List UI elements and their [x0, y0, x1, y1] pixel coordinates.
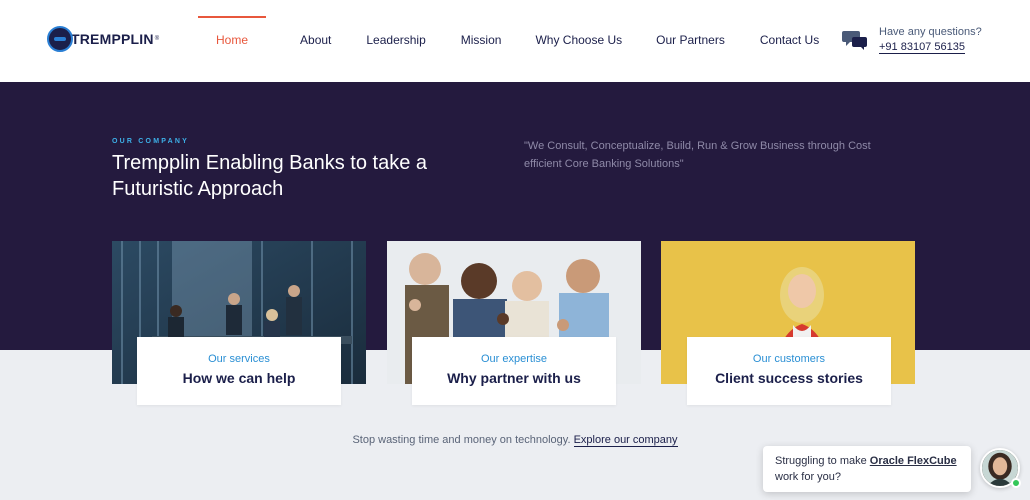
- card-services-title: How we can help: [182, 370, 296, 386]
- contact-question: Have any questions?: [879, 26, 982, 38]
- card-services[interactable]: Our services How we can help: [137, 337, 341, 405]
- nav-home[interactable]: Home: [198, 0, 267, 82]
- card-expertise[interactable]: Our expertise Why partner with us: [412, 337, 616, 405]
- logo-icon: [47, 26, 73, 52]
- nav-our-partners[interactable]: Our Partners: [656, 0, 725, 82]
- nav-why-choose-us[interactable]: Why Choose Us: [535, 0, 622, 82]
- card-services-subtitle: Our services: [208, 353, 270, 365]
- hero-title: Trempplin Enabling Banks to take a Futur…: [112, 152, 427, 200]
- site-header: TREMPPLIN ® Home About Leadership Missio…: [0, 0, 1030, 82]
- explore-text: Stop wasting time and money on technolog…: [352, 434, 571, 446]
- card-customers-subtitle: Our customers: [752, 353, 826, 365]
- chat-prefix: Struggling to make: [775, 455, 867, 467]
- logo[interactable]: TREMPPLIN ®: [47, 26, 159, 52]
- chat-prompt-bubble[interactable]: Struggling to make Oracle FlexCube work …: [763, 446, 971, 492]
- hero-eyebrow: OUR COMPANY: [112, 138, 189, 145]
- online-status-dot: [1011, 478, 1021, 488]
- contact-phone-link[interactable]: +91 83107 56135: [879, 41, 965, 54]
- chat-product-link[interactable]: Oracle FlexCube: [870, 455, 957, 467]
- explore-company-link[interactable]: Explore our company: [573, 434, 678, 447]
- explore-line: Stop wasting time and money on technolog…: [0, 434, 1030, 447]
- nav-contact-us[interactable]: Contact Us: [760, 0, 819, 82]
- chat-suffix: work for you?: [775, 471, 842, 483]
- main-nav: Home About Leadership Mission Why Choose…: [198, 0, 819, 82]
- nav-leadership[interactable]: Leadership: [366, 0, 425, 82]
- chat-bubbles-icon: [842, 31, 867, 50]
- card-expertise-subtitle: Our expertise: [480, 353, 548, 365]
- nav-about[interactable]: About: [300, 0, 331, 82]
- logo-trademark: ®: [154, 36, 160, 42]
- card-customers[interactable]: Our customers Client success stories: [687, 337, 891, 405]
- hero-quote: "We Consult, Conceptualize, Build, Run &…: [524, 140, 871, 170]
- card-expertise-title: Why partner with us: [447, 370, 581, 386]
- logo-text: TREMPPLIN: [71, 31, 154, 47]
- nav-mission[interactable]: Mission: [461, 0, 502, 82]
- card-customers-title: Client success stories: [715, 370, 863, 386]
